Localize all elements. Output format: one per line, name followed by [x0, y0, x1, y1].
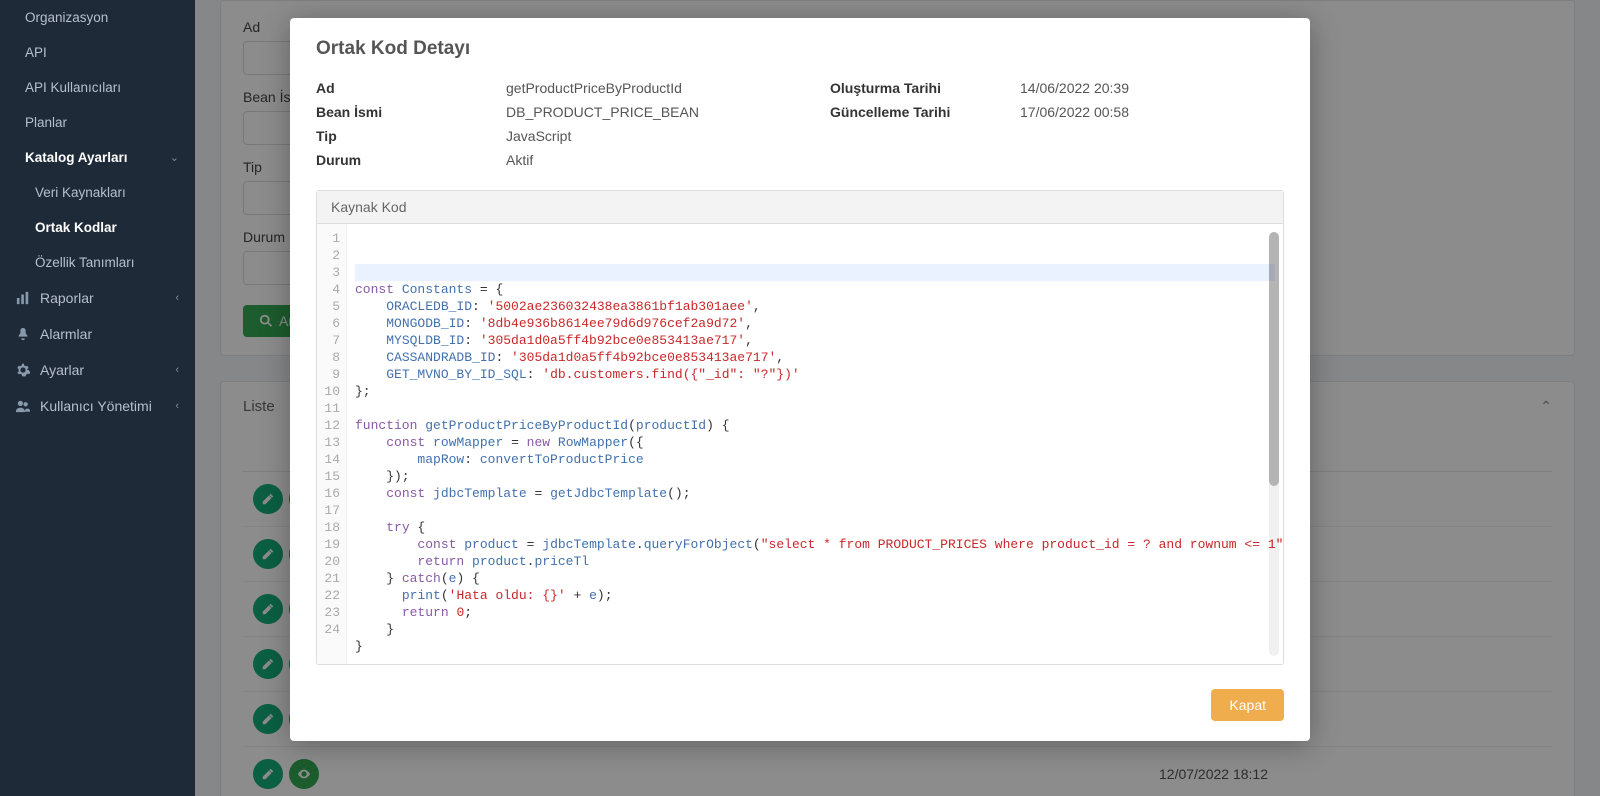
sidebar-item-veri-kaynaklari[interactable]: Veri Kaynakları [0, 175, 195, 210]
sidebar-item-ayarlar[interactable]: Ayarlar ‹ [0, 352, 195, 388]
bell-icon [16, 327, 30, 341]
detail-label-updated: Güncelleme Tarihi [830, 104, 1020, 120]
chart-icon [16, 291, 30, 305]
sidebar-item-api[interactable]: API [0, 35, 195, 70]
close-button[interactable]: Kapat [1211, 689, 1284, 721]
code-editor[interactable]: 123456789101112131415161718192021222324 … [317, 224, 1283, 664]
detail-modal: Ortak Kod Detayı AdgetProductPriceByProd… [290, 18, 1310, 741]
code-gutter: 123456789101112131415161718192021222324 [317, 224, 347, 664]
users-icon [16, 399, 30, 413]
sidebar-item-raporlar[interactable]: Raporlar ‹ [0, 280, 195, 316]
sidebar-item-ortak-kodlar[interactable]: Ortak Kodlar [0, 210, 195, 245]
detail-value-bean: DB_PRODUCT_PRICE_BEAN [506, 104, 699, 120]
detail-value-durum: Aktif [506, 152, 533, 168]
detail-label-durum: Durum [316, 152, 506, 168]
code-content: const Constants = { ORACLEDB_ID: '5002ae… [347, 224, 1283, 664]
gear-icon [16, 363, 30, 377]
sidebar-item-planlar[interactable]: Planlar [0, 105, 195, 140]
chevron-down-icon: ⌄ [170, 151, 179, 164]
code-panel-header: Kaynak Kod [317, 191, 1283, 224]
detail-value-tip: JavaScript [506, 128, 571, 144]
detail-value-ad: getProductPriceByProductId [506, 80, 682, 96]
sidebar-item-organizasyon[interactable]: Organizasyon [0, 0, 195, 35]
detail-label-created: Oluşturma Tarihi [830, 80, 1020, 96]
sidebar-group-katalog[interactable]: Katalog Ayarları ⌄ [0, 140, 195, 175]
chevron-left-icon: ‹ [175, 292, 179, 304]
detail-label-ad: Ad [316, 80, 506, 96]
sidebar: Organizasyon API API Kullanıcıları Planl… [0, 0, 195, 796]
detail-label-bean: Bean İsmi [316, 104, 506, 120]
modal-title: Ortak Kod Detayı [316, 38, 1284, 60]
code-panel: Kaynak Kod 12345678910111213141516171819… [316, 190, 1284, 665]
chevron-left-icon: ‹ [175, 400, 179, 412]
scrollbar[interactable] [1269, 232, 1279, 656]
detail-value-updated: 17/06/2022 00:58 [1020, 104, 1129, 120]
sidebar-item-alarmlar[interactable]: Alarmlar [0, 316, 195, 352]
chevron-left-icon: ‹ [175, 364, 179, 376]
sidebar-item-api-kullanicilari[interactable]: API Kullanıcıları [0, 70, 195, 105]
sidebar-item-kullanici-yonetimi[interactable]: Kullanıcı Yönetimi ‹ [0, 388, 195, 424]
detail-label-tip: Tip [316, 128, 506, 144]
sidebar-item-ozellik-tanimlari[interactable]: Özellik Tanımları [0, 245, 195, 280]
detail-value-created: 14/06/2022 20:39 [1020, 80, 1129, 96]
